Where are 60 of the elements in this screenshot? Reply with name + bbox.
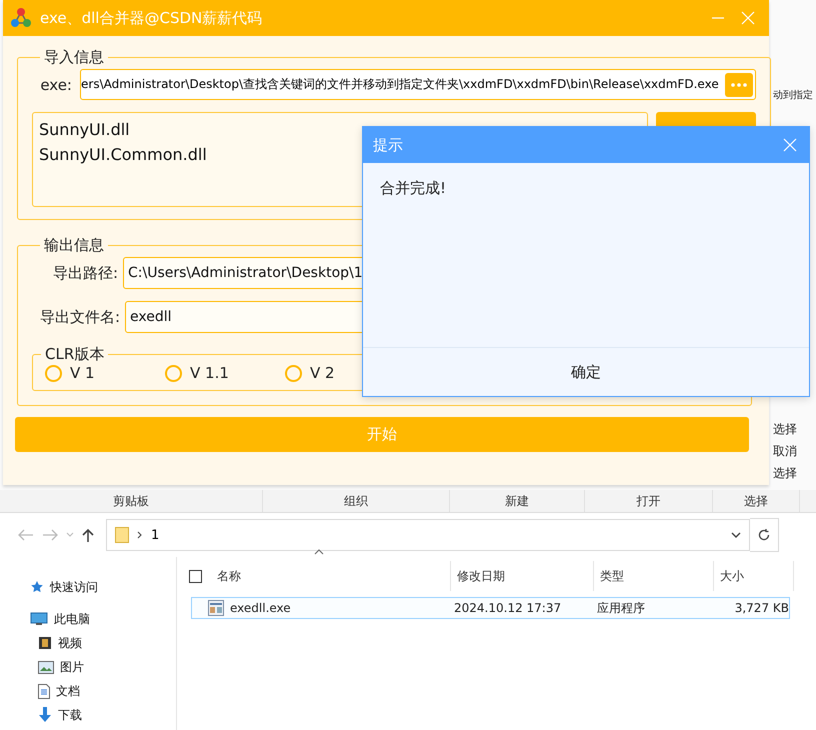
ok-button[interactable]: 确定 <box>363 348 809 396</box>
close-icon <box>741 11 755 25</box>
ribbon-label[interactable]: 动到指定 <box>773 88 813 102</box>
address-bar[interactable]: 1 <box>106 519 750 551</box>
close-icon <box>783 138 797 152</box>
field-label: 导出文件名: <box>38 308 120 326</box>
refresh-icon <box>757 528 771 542</box>
nav-item[interactable]: 此电脑 <box>0 607 176 631</box>
file-name: exedll.exe <box>230 601 291 615</box>
chevron-right-icon <box>137 531 143 539</box>
application-icon <box>208 600 224 616</box>
nav-item[interactable]: 快速访问 <box>0 575 176 599</box>
document-icon <box>38 684 50 698</box>
nav-item[interactable]: 视频 <box>0 631 176 655</box>
refresh-button[interactable] <box>750 518 779 552</box>
radio-option[interactable]: V 1.1 <box>165 364 285 382</box>
ribbon-label[interactable]: 选择 <box>773 462 813 484</box>
ribbon-group-label: 新建 <box>450 490 585 512</box>
checkbox[interactable] <box>189 570 202 582</box>
file-type: 应用程序 <box>597 600 646 616</box>
computer-icon <box>30 612 48 626</box>
more-icon <box>730 82 747 86</box>
nav-item[interactable]: 下载 <box>0 703 176 727</box>
nav-item[interactable]: 图片 <box>0 655 176 679</box>
ribbon-group-label: 选择 <box>713 490 800 512</box>
ribbon-label[interactable]: 取消 <box>773 440 813 462</box>
ribbon-group-label: 打开 <box>585 490 713 512</box>
column-header[interactable]: 大小 <box>714 561 794 591</box>
ribbon-group-label: 组织 <box>263 490 450 512</box>
group-title: 导入信息 <box>43 48 105 67</box>
ribbon-label[interactable]: 选择 <box>773 418 813 440</box>
file-size: 3,727 KB <box>734 601 789 615</box>
download-icon <box>38 707 52 723</box>
molecule-logo-icon <box>10 7 32 29</box>
film-icon <box>38 636 52 650</box>
group-title: CLR版本 <box>44 345 106 364</box>
star-icon <box>30 580 44 594</box>
group-title: 输出信息 <box>43 236 105 255</box>
forward-icon[interactable] <box>42 529 58 541</box>
column-header[interactable]: 类型 <box>594 561 714 591</box>
folder-icon <box>115 527 129 543</box>
file-date: 2024.10.12 17:37 <box>454 601 562 615</box>
ribbon-group-label: 剪贴板 <box>0 490 263 512</box>
input-field[interactable]: ers\Administrator\Desktop\查找含关键词的文件并移动到指定文件夹\xxdmFD\xxdmFD\bin\Release\xxdmFD.exe <box>80 69 756 100</box>
radio-option[interactable]: V 1 <box>45 364 165 382</box>
dialog-message: 合并完成! <box>380 179 448 199</box>
picture-icon <box>38 660 54 674</box>
sort-caret-icon <box>314 549 324 555</box>
up-arrow-icon[interactable] <box>82 528 94 542</box>
field-label: exe: <box>39 76 72 94</box>
window-title: exe、dll合并器@CSDN薪薪代码 <box>40 8 264 28</box>
file-row[interactable]: exedll.exe 2024.10.12 17:37 应用程序 3,727 KB <box>191 597 790 619</box>
browse-button[interactable] <box>724 72 753 96</box>
column-header[interactable]: 修改日期 <box>451 561 594 591</box>
nav-item[interactable]: 文档 <box>0 679 176 703</box>
field-label: 导出路径: <box>52 264 118 282</box>
dialog-title: 提示 <box>373 136 404 154</box>
chevron-down-icon[interactable] <box>731 532 741 538</box>
back-icon[interactable] <box>18 529 34 541</box>
column-header[interactable]: 名称 <box>211 561 451 591</box>
